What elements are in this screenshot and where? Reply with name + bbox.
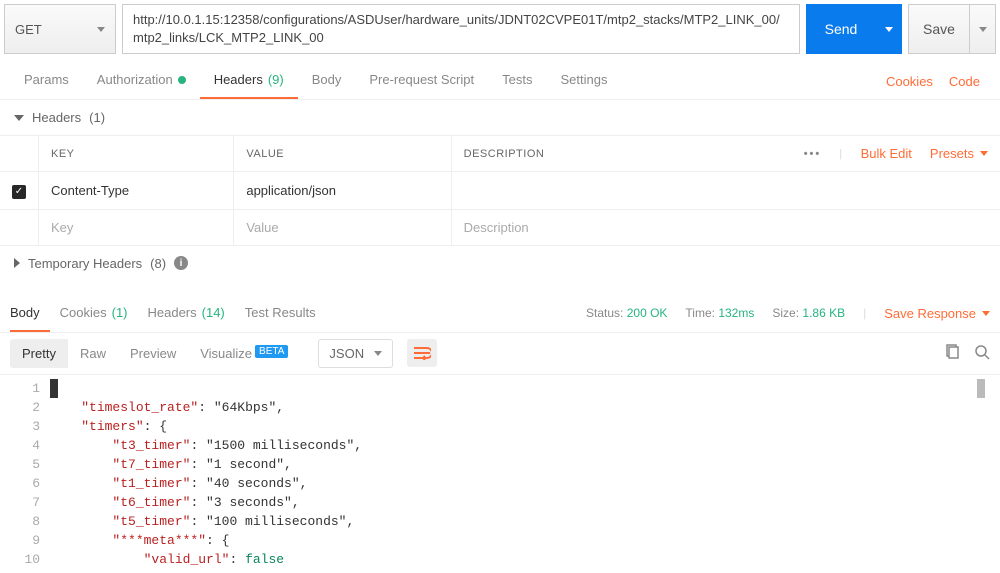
header-key-input[interactable]: Key bbox=[39, 209, 234, 245]
mode-pretty[interactable]: Pretty bbox=[10, 339, 68, 368]
table-row[interactable]: ✓ Content-Type application/json bbox=[0, 172, 1000, 210]
headers-section-toggle[interactable]: Headers (1) bbox=[0, 100, 1000, 135]
mode-preview[interactable]: Preview bbox=[118, 339, 188, 368]
send-dropdown-button[interactable] bbox=[876, 4, 902, 54]
line-gutter: 12345678910 bbox=[0, 375, 50, 573]
mode-visualize[interactable]: VisualizeBETA bbox=[188, 339, 300, 368]
tab-headers[interactable]: Headers (9) bbox=[200, 64, 298, 99]
tab-tests[interactable]: Tests bbox=[488, 64, 546, 99]
beta-badge: BETA bbox=[255, 345, 288, 358]
http-method-value: GET bbox=[15, 22, 42, 37]
resp-tab-body[interactable]: Body bbox=[10, 295, 50, 332]
header-desc-input[interactable]: Description bbox=[451, 209, 1000, 245]
caret-down-icon bbox=[97, 27, 105, 32]
code-link[interactable]: Code bbox=[949, 74, 980, 89]
caret-down-icon bbox=[980, 151, 988, 156]
code-content[interactable]: { "timeslot_rate": "64Kbps", "timers": {… bbox=[50, 375, 1000, 573]
checkbox-checked-icon[interactable]: ✓ bbox=[12, 185, 26, 199]
col-key: KEY bbox=[39, 136, 234, 172]
temp-headers-toggle[interactable]: Temporary Headers (8) i bbox=[0, 246, 1000, 281]
header-desc-cell[interactable] bbox=[451, 172, 1000, 210]
resp-tab-headers[interactable]: Headers (14) bbox=[138, 295, 235, 332]
chevron-down-icon bbox=[14, 115, 24, 121]
headers-table: KEY VALUE DESCRIPTION ••• | Bulk Edit Pr… bbox=[0, 135, 1000, 246]
body-toolbar: Pretty Raw Preview VisualizeBETA JSON bbox=[0, 333, 1000, 374]
send-button-group: Send bbox=[806, 4, 902, 54]
chevron-right-icon bbox=[14, 258, 20, 268]
wrap-icon bbox=[413, 346, 431, 360]
tab-settings[interactable]: Settings bbox=[546, 64, 621, 99]
save-button-group: Save bbox=[908, 4, 996, 54]
request-tabs: Params Authorization Headers (9) Body Pr… bbox=[0, 54, 1000, 100]
save-button[interactable]: Save bbox=[908, 4, 970, 54]
caret-down-icon bbox=[979, 27, 987, 32]
presets-button[interactable]: Presets bbox=[930, 146, 988, 161]
status-dot-icon bbox=[178, 76, 186, 84]
response-body[interactable]: 12345678910 { "timeslot_rate": "64Kbps",… bbox=[0, 374, 1000, 573]
col-value: VALUE bbox=[234, 136, 451, 172]
table-row-new[interactable]: Key Value Description bbox=[0, 209, 1000, 245]
response-tabs: Body Cookies (1) Headers (14) Test Resul… bbox=[0, 295, 1000, 333]
bulk-edit-button[interactable]: Bulk Edit bbox=[861, 146, 912, 161]
resp-tab-cookies[interactable]: Cookies (1) bbox=[50, 295, 138, 332]
language-select[interactable]: JSON bbox=[318, 339, 393, 368]
save-response-button[interactable]: Save Response bbox=[884, 306, 990, 321]
search-icon[interactable] bbox=[974, 344, 990, 363]
info-icon[interactable]: i bbox=[174, 256, 188, 270]
url-input[interactable]: http://10.0.1.15:12358/configurations/AS… bbox=[122, 4, 800, 54]
tab-authorization[interactable]: Authorization bbox=[83, 64, 200, 99]
http-method-select[interactable]: GET bbox=[4, 4, 116, 54]
save-dropdown-button[interactable] bbox=[970, 4, 996, 54]
tab-prerequest[interactable]: Pre-request Script bbox=[355, 64, 488, 99]
tab-params[interactable]: Params bbox=[10, 64, 83, 99]
header-value-cell[interactable]: application/json bbox=[234, 172, 451, 210]
mode-raw[interactable]: Raw bbox=[68, 339, 118, 368]
body-mode-segment: Pretty Raw Preview VisualizeBETA bbox=[10, 339, 300, 368]
caret-down-icon bbox=[374, 351, 382, 356]
col-desc: DESCRIPTION ••• | Bulk Edit Presets bbox=[451, 136, 1000, 172]
header-value-input[interactable]: Value bbox=[234, 209, 451, 245]
caret-down-icon bbox=[982, 311, 990, 316]
caret-down-icon bbox=[885, 27, 893, 32]
cookies-link[interactable]: Cookies bbox=[886, 74, 933, 89]
more-icon[interactable]: ••• bbox=[804, 148, 822, 160]
tab-body[interactable]: Body bbox=[298, 64, 356, 99]
header-key-cell[interactable]: Content-Type bbox=[39, 172, 234, 210]
copy-icon[interactable] bbox=[944, 344, 960, 363]
scrollbar-thumb[interactable] bbox=[977, 379, 985, 398]
wrap-lines-button[interactable] bbox=[407, 339, 437, 367]
response-meta: Status: 200 OK Time: 132ms Size: 1.86 KB… bbox=[586, 306, 990, 321]
text-cursor bbox=[50, 379, 58, 398]
send-button[interactable]: Send bbox=[806, 4, 876, 54]
resp-tab-tests[interactable]: Test Results bbox=[235, 295, 326, 332]
